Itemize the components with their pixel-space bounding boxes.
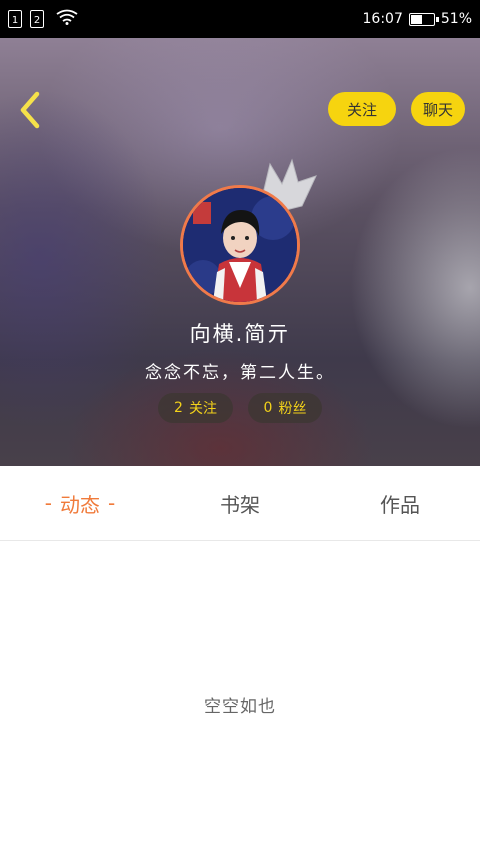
tab-works[interactable]: 作品 [320,466,480,540]
fans-count-value: 0 [263,400,273,416]
chat-button[interactable]: 聊天 [411,92,465,126]
wifi-icon [56,9,78,29]
tab-bar: - 动态 - 书架 作品 [0,466,480,541]
back-button[interactable] [12,88,48,132]
sim1-icon: 1 [8,10,22,28]
tab-dynamics[interactable]: - 动态 - [0,466,160,540]
tab-dynamics-label: 动态 [60,492,100,517]
following-count-label: 关注 [188,401,217,417]
active-tab-dash-left: - [44,491,52,515]
fans-count-pill[interactable]: 0 粉丝 [248,393,322,423]
sim2-number: 2 [33,15,41,26]
following-count-value: 2 [174,400,183,416]
tab-works-label: 作品 [380,492,420,517]
fans-count-label: 粉丝 [278,401,307,417]
sim1-number: 1 [11,15,19,26]
active-tab-dash-right: - [108,491,116,515]
signature: 念念不忘，第二人生。 [145,363,335,383]
status-right: 16:07 51% [363,11,472,27]
avatar[interactable] [180,185,300,305]
chevron-left-icon [20,91,40,129]
follow-button[interactable]: 关注 [328,92,396,126]
avatar-illustration [183,188,297,302]
profile-screen: 1 2 16:07 51% 关注 聊天 向横.简亓 念念不忘，第二人生。 2 关… [0,0,480,854]
following-count-pill[interactable]: 2 关注 [158,393,233,423]
clock: 16:07 [362,11,403,27]
profile-header: 关注 聊天 向横.简亓 念念不忘，第二人生。 2 关注 0 粉丝 [0,38,480,466]
chat-button-label: 聊天 [422,100,453,119]
battery-percent: 51% [440,11,472,27]
battery-fill [410,14,423,24]
status-bar: 1 2 16:07 51% [0,0,480,38]
empty-state-text: 空空如也 [204,697,276,717]
nickname: 向横.简亓 [189,322,291,346]
battery-icon [408,12,439,26]
tab-bookshelf-label: 书架 [220,492,260,517]
tab-bookshelf[interactable]: 书架 [160,466,320,540]
follow-button-label: 关注 [346,100,377,119]
sim2-icon: 2 [30,10,44,28]
avatar-wrap [180,185,300,305]
